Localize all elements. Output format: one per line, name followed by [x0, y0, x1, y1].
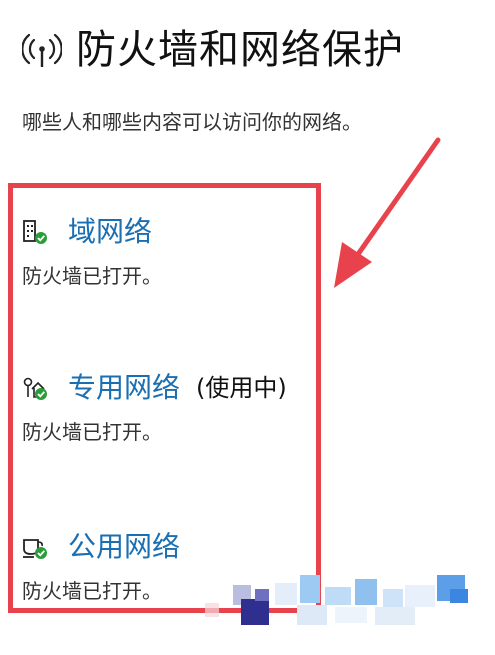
network-private-link[interactable]: 专用网络 [68, 374, 180, 402]
network-public-status: 防火墙已打开。 [22, 579, 162, 603]
network-private-status: 防火墙已打开。 [22, 420, 162, 444]
network-public-link[interactable]: 公用网络 [68, 533, 180, 561]
page-header: 防火墙和网络保护 [22, 30, 404, 70]
domain-building-icon [23, 220, 47, 244]
in-use-label: (使用中) [196, 374, 287, 402]
private-home-icon [23, 377, 47, 400]
network-domain[interactable]: 域网络 防火墙已打开。 [22, 218, 162, 288]
arrow-annotation-icon [334, 137, 441, 288]
public-cafe-icon [23, 539, 47, 559]
wifi-signal-icon [22, 33, 62, 67]
network-public[interactable]: 公用网络 防火墙已打开。 [22, 533, 180, 603]
network-domain-status: 防火墙已打开。 [22, 264, 162, 288]
page-title: 防火墙和网络保护 [76, 27, 404, 73]
network-private[interactable]: 专用网络 (使用中) 防火墙已打开。 [22, 374, 287, 444]
page-subtitle: 哪些人和哪些内容可以访问你的网络。 [22, 110, 362, 134]
network-domain-link[interactable]: 域网络 [68, 218, 152, 246]
pixelated-watermark-icon [205, 575, 468, 625]
